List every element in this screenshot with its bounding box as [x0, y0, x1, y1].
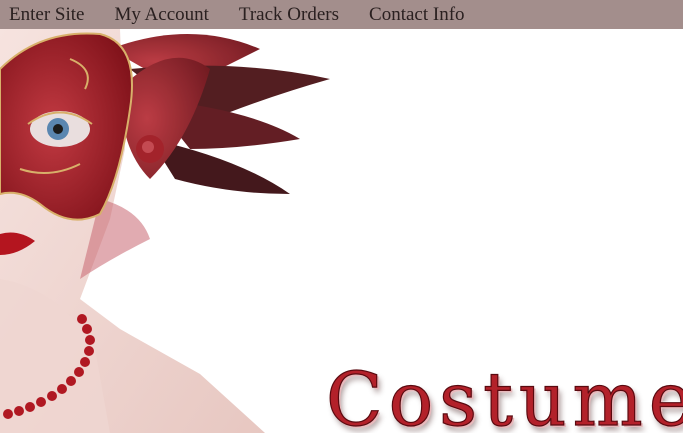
brand-logo-text: Costume: [325, 357, 683, 433]
nav-track-orders[interactable]: Track Orders: [230, 0, 339, 29]
nav-enter-site[interactable]: Enter Site: [0, 0, 84, 29]
hero-banner: Costume: [0, 29, 683, 433]
nav-contact-info[interactable]: Contact Info: [360, 0, 465, 29]
nav-my-account[interactable]: My Account: [105, 0, 208, 29]
top-navigation: Enter Site My Account Track Orders Conta…: [0, 0, 683, 29]
